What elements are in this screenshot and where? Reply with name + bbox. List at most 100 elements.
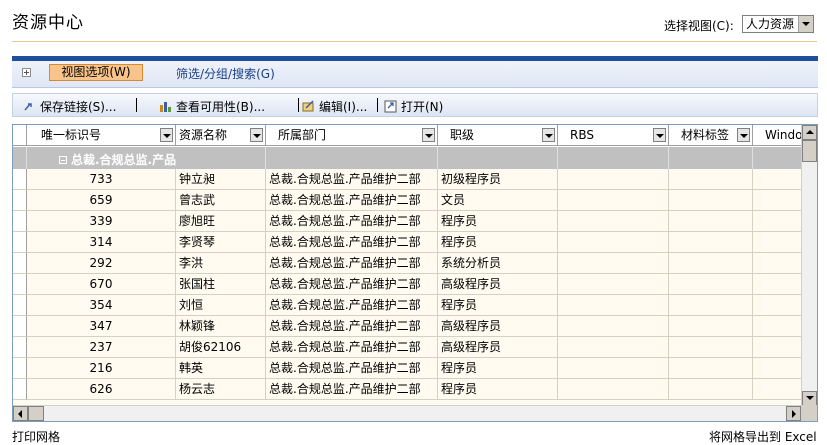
cell-dept[interactable]: 总裁.合规总监.产品维护二部 xyxy=(266,274,438,295)
cell-empty[interactable] xyxy=(669,169,753,190)
cell-id[interactable]: 216 xyxy=(27,358,176,379)
scroll-right-icon[interactable] xyxy=(786,406,801,421)
cell-empty[interactable] xyxy=(753,274,801,295)
cell-id[interactable]: 626 xyxy=(27,379,176,400)
table-row[interactable]: 339 廖旭旺 总裁.合规总监.产品维护二部 程序员 xyxy=(13,211,801,232)
column-header-dept[interactable]: 所属部门 xyxy=(266,125,438,146)
scroll-left-icon[interactable] xyxy=(13,406,28,421)
chevron-down-icon[interactable] xyxy=(737,128,750,142)
cell-empty[interactable] xyxy=(558,274,669,295)
table-row[interactable]: 314 李贤琴 总裁.合规总监.产品维护二部 程序员 xyxy=(13,232,801,253)
chevron-down-icon[interactable] xyxy=(422,128,435,142)
horizontal-scroll-thumb[interactable] xyxy=(28,406,44,421)
cell-name[interactable]: 刘恒 xyxy=(176,295,266,316)
cell-empty[interactable] xyxy=(753,358,801,379)
cell-empty[interactable] xyxy=(669,253,753,274)
cell-empty[interactable] xyxy=(669,295,753,316)
save-link-button[interactable]: 保存链接(S)... xyxy=(23,98,116,115)
cell-empty[interactable] xyxy=(669,232,753,253)
cell-empty[interactable] xyxy=(558,295,669,316)
cell-id[interactable]: 339 xyxy=(27,211,176,232)
table-row[interactable]: 216 韩英 总裁.合规总监.产品维护二部 程序员 xyxy=(13,358,801,379)
cell-level[interactable]: 程序员 xyxy=(438,232,558,253)
scroll-down-icon[interactable] xyxy=(802,391,817,406)
cell-level[interactable]: 初级程序员 xyxy=(438,169,558,190)
cell-name[interactable]: 林颖锋 xyxy=(176,316,266,337)
cell-level[interactable]: 程序员 xyxy=(438,379,558,400)
collapse-icon[interactable] xyxy=(59,156,67,164)
chevron-down-icon[interactable] xyxy=(798,16,813,32)
cell-name[interactable]: 杨云志 xyxy=(176,379,266,400)
cell-id[interactable]: 347 xyxy=(27,316,176,337)
cell-empty[interactable] xyxy=(669,190,753,211)
cell-name[interactable]: 曾志武 xyxy=(176,190,266,211)
cell-empty[interactable] xyxy=(558,211,669,232)
cell-empty[interactable] xyxy=(558,379,669,400)
table-row[interactable]: 733 钟立昶 总裁.合规总监.产品维护二部 初级程序员 xyxy=(13,169,801,190)
cell-dept[interactable]: 总裁.合规总监.产品维护二部 xyxy=(266,316,438,337)
cell-name[interactable]: 李洪 xyxy=(176,253,266,274)
cell-dept[interactable]: 总裁.合规总监.产品维护二部 xyxy=(266,379,438,400)
cell-level[interactable]: 程序员 xyxy=(438,211,558,232)
cell-name[interactable]: 钟立昶 xyxy=(176,169,266,190)
column-header-name[interactable]: 资源名称 xyxy=(176,125,266,146)
cell-dept[interactable]: 总裁.合规总监.产品维护二部 xyxy=(266,211,438,232)
cell-empty[interactable] xyxy=(753,379,801,400)
table-row[interactable]: 626 杨云志 总裁.合规总监.产品维护二部 程序员 xyxy=(13,379,801,400)
group-row[interactable]: 总裁.合规总监.产品 xyxy=(13,147,801,169)
table-row[interactable]: 659 曾志武 总裁.合规总监.产品维护二部 文员 xyxy=(13,190,801,211)
open-button[interactable]: 打开(N) xyxy=(384,98,443,115)
horizontal-scrollbar[interactable] xyxy=(13,405,801,421)
cell-empty[interactable] xyxy=(753,211,801,232)
view-options-tab[interactable]: 视图选项(W) xyxy=(49,64,143,81)
vertical-scroll-thumb[interactable] xyxy=(802,140,817,162)
vertical-scrollbar[interactable] xyxy=(801,125,817,406)
cell-name[interactable]: 廖旭旺 xyxy=(176,211,266,232)
cell-empty[interactable] xyxy=(669,358,753,379)
chevron-down-icon[interactable] xyxy=(250,128,263,142)
row-selector[interactable] xyxy=(13,295,27,316)
export-excel-link[interactable]: 将网格导出到 Excel xyxy=(709,428,817,445)
cell-level[interactable]: 文员 xyxy=(438,190,558,211)
table-row[interactable]: 347 林颖锋 总裁.合规总监.产品维护二部 高级程序员 xyxy=(13,316,801,337)
cell-empty[interactable] xyxy=(669,274,753,295)
cell-dept[interactable]: 总裁.合规总监.产品维护二部 xyxy=(266,337,438,358)
cell-dept[interactable]: 总裁.合规总监.产品维护二部 xyxy=(266,232,438,253)
cell-empty[interactable] xyxy=(753,232,801,253)
cell-level[interactable]: 高级程序员 xyxy=(438,337,558,358)
cell-name[interactable]: 张国柱 xyxy=(176,274,266,295)
cell-empty[interactable] xyxy=(753,295,801,316)
column-header-id[interactable]: 唯一标识号 xyxy=(27,125,176,146)
table-row[interactable]: 354 刘恒 总裁.合规总监.产品维护二部 程序员 xyxy=(13,295,801,316)
table-row[interactable]: 237 胡俊62106 总裁.合规总监.产品维护二部 高级程序员 xyxy=(13,337,801,358)
view-selector[interactable]: 人力资源 xyxy=(742,15,814,33)
filter-group-search-tab[interactable]: 筛选/分组/搜索(G) xyxy=(176,65,275,82)
cell-id[interactable]: 354 xyxy=(27,295,176,316)
cell-name[interactable]: 胡俊62106 xyxy=(176,337,266,358)
cell-dept[interactable]: 总裁.合规总监.产品维护二部 xyxy=(266,169,438,190)
cell-level[interactable]: 程序员 xyxy=(438,358,558,379)
cell-id[interactable]: 670 xyxy=(27,274,176,295)
row-selector[interactable] xyxy=(13,274,27,295)
cell-level[interactable]: 高级程序员 xyxy=(438,274,558,295)
cell-id[interactable]: 292 xyxy=(27,253,176,274)
cell-level[interactable]: 系统分析员 xyxy=(438,253,558,274)
cell-level[interactable]: 程序员 xyxy=(438,295,558,316)
cell-empty[interactable] xyxy=(753,337,801,358)
cell-empty[interactable] xyxy=(558,253,669,274)
cell-id[interactable]: 733 xyxy=(27,169,176,190)
chevron-down-icon[interactable] xyxy=(160,128,173,142)
cell-empty[interactable] xyxy=(558,358,669,379)
cell-empty[interactable] xyxy=(669,316,753,337)
cell-level[interactable]: 高级程序员 xyxy=(438,316,558,337)
scroll-up-icon[interactable] xyxy=(802,125,817,140)
chevron-down-icon[interactable] xyxy=(653,128,666,142)
cell-dept[interactable]: 总裁.合规总监.产品维护二部 xyxy=(266,253,438,274)
check-availability-button[interactable]: 查看可用性(B)... xyxy=(159,98,265,115)
row-selector[interactable] xyxy=(13,211,27,232)
cell-dept[interactable]: 总裁.合规总监.产品维护二部 xyxy=(266,190,438,211)
cell-empty[interactable] xyxy=(558,316,669,337)
cell-id[interactable]: 314 xyxy=(27,232,176,253)
cell-empty[interactable] xyxy=(558,337,669,358)
cell-dept[interactable]: 总裁.合规总监.产品维护二部 xyxy=(266,295,438,316)
